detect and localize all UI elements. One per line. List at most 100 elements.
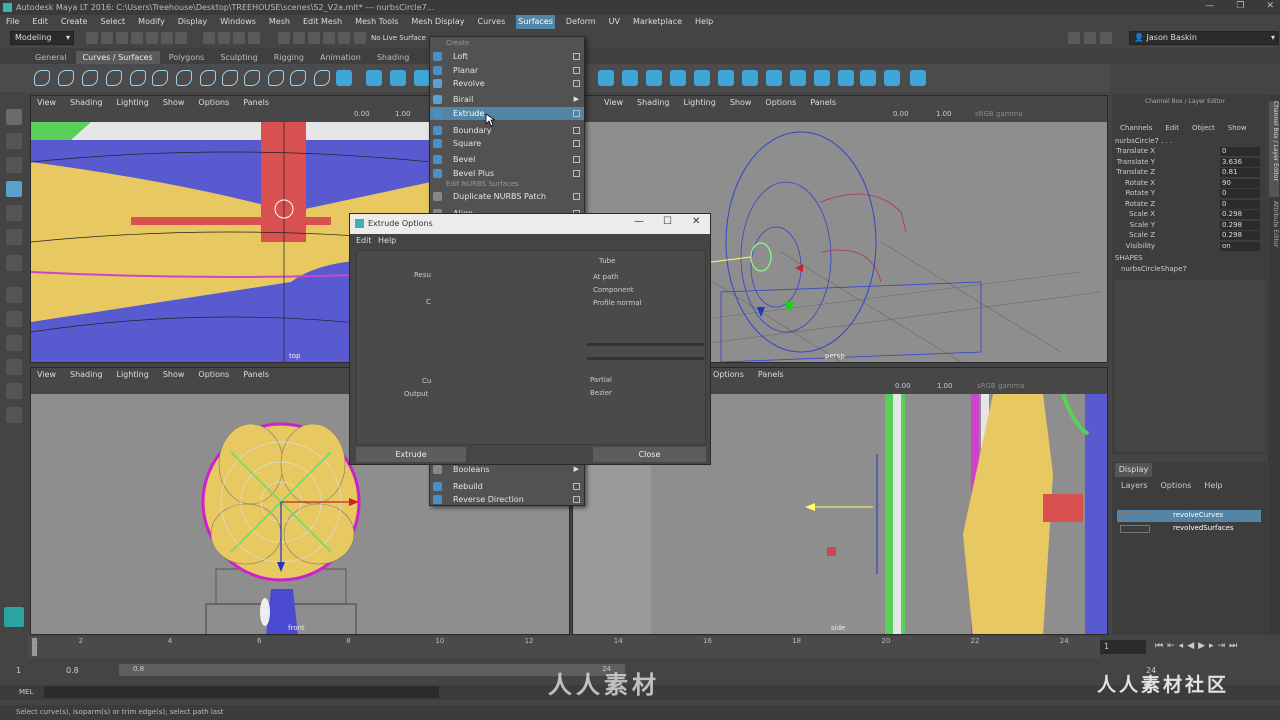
- range-start-field[interactable]: 1: [16, 666, 21, 675]
- menu-item-duplicate-nurbs-patch[interactable]: Duplicate NURBS Patch: [430, 190, 584, 203]
- menu-display[interactable]: Display: [176, 15, 210, 29]
- menu-help[interactable]: Help: [693, 15, 715, 29]
- last-tool-icon[interactable]: [6, 255, 22, 271]
- scale-tool-icon[interactable]: [6, 229, 22, 245]
- shelf-tool-icon[interactable]: [152, 70, 168, 86]
- close-button[interactable]: Close: [593, 447, 706, 462]
- shelf-tab-animation[interactable]: Animation: [313, 51, 368, 64]
- current-frame-field[interactable]: 1: [1100, 640, 1146, 654]
- shelf-tool-icon[interactable]: [290, 70, 306, 86]
- graph-layout-icon[interactable]: [6, 407, 22, 423]
- rotate-tool-icon[interactable]: [6, 205, 22, 221]
- play-forward-icon[interactable]: ▶: [1198, 641, 1205, 651]
- menu-item-bevel[interactable]: Bevel: [430, 153, 584, 166]
- status-tool-icon[interactable]: [293, 32, 305, 44]
- channel-attr-value[interactable]: 0.298: [1220, 210, 1260, 219]
- shelf-tool-icon[interactable]: [670, 70, 686, 86]
- menu-item-square[interactable]: Square: [430, 137, 584, 150]
- menu-edit-mesh[interactable]: Edit Mesh: [301, 15, 344, 29]
- shelf-tool-icon[interactable]: [694, 70, 710, 86]
- channel-attr-value[interactable]: 3.636: [1220, 157, 1260, 167]
- viewport-menu-shading[interactable]: Shading: [637, 98, 670, 107]
- menu-item-rebuild[interactable]: Rebuild: [430, 480, 584, 493]
- shelf-tool-icon[interactable]: [130, 70, 146, 86]
- menu-create[interactable]: Create: [59, 15, 90, 29]
- menu-item-planar[interactable]: Planar: [430, 64, 584, 77]
- dialog-menu-help[interactable]: Help: [378, 236, 396, 245]
- channel-menu-edit[interactable]: Edit: [1165, 124, 1179, 132]
- option-box-icon[interactable]: [573, 140, 580, 147]
- shelf-tool-icon[interactable]: [598, 70, 614, 86]
- channel-attr-row[interactable]: Scale Z 0.298: [1112, 231, 1267, 241]
- exposure-field[interactable]: 0.00: [895, 382, 911, 390]
- close-window-button[interactable]: ✕: [1266, 1, 1274, 11]
- option-box-icon[interactable]: [573, 193, 580, 200]
- shelf-tool-icon[interactable]: [336, 70, 352, 86]
- channel-attr-value[interactable]: on: [1220, 241, 1260, 251]
- viewport-menu-view[interactable]: View: [37, 98, 56, 107]
- status-tool-icon[interactable]: [308, 32, 320, 44]
- status-tool-icon[interactable]: [354, 32, 366, 44]
- dialog-close-button[interactable]: ✕: [692, 216, 700, 227]
- go-to-start-icon[interactable]: ⏮: [1155, 641, 1163, 651]
- pivot-component-radio[interactable]: Component: [593, 286, 634, 294]
- viewport-menu-shading[interactable]: Shading: [70, 370, 103, 379]
- shape-node-name[interactable]: nurbsCircleShape7: [1121, 265, 1187, 273]
- layer-row[interactable]: revolvedSurfaces: [1117, 523, 1261, 535]
- shelf-tab-polygons[interactable]: Polygons: [162, 51, 212, 64]
- layer-visibility-toggle[interactable]: [1120, 525, 1150, 533]
- animation-start-field[interactable]: 0.8: [66, 666, 79, 675]
- viewport-menu-panels[interactable]: Panels: [243, 370, 269, 379]
- status-tool-icon[interactable]: [218, 32, 230, 44]
- dialog-minimize-button[interactable]: —: [634, 216, 644, 227]
- shelf-tool-icon[interactable]: [742, 70, 758, 86]
- shelf-tab-shading[interactable]: Shading: [370, 51, 417, 64]
- option-box-icon[interactable]: [573, 156, 580, 163]
- panel-toggle-icon[interactable]: [1100, 32, 1112, 44]
- shelf-tool-icon[interactable]: [200, 70, 216, 86]
- viewport-menu-options[interactable]: Options: [713, 370, 744, 379]
- shelf-tool-icon[interactable]: [106, 70, 122, 86]
- channel-attr-value[interactable]: 0: [1220, 199, 1260, 209]
- option-box-icon[interactable]: [573, 127, 580, 134]
- shelf-tool-icon[interactable]: [838, 70, 854, 86]
- play-back-icon[interactable]: ◀: [1187, 641, 1194, 651]
- shelf-tool-icon[interactable]: [314, 70, 330, 86]
- panel-toggle-icon[interactable]: [1084, 32, 1096, 44]
- layer-row[interactable]: revolveCurves: [1117, 510, 1261, 522]
- layer-menu-options[interactable]: Options: [1160, 481, 1191, 490]
- shelf-tool-icon[interactable]: [718, 70, 734, 86]
- shelf-tool-icon[interactable]: [884, 70, 900, 86]
- options-slider-track[interactable]: [587, 343, 704, 346]
- channel-attr-value[interactable]: 0: [1220, 147, 1260, 156]
- channel-menu-object[interactable]: Object: [1192, 124, 1215, 132]
- option-box-icon[interactable]: [573, 496, 580, 503]
- option-box-icon[interactable]: [573, 80, 580, 87]
- channel-attr-value[interactable]: 0.298: [1220, 220, 1260, 230]
- gamma-field[interactable]: 1.00: [937, 382, 953, 390]
- exposure-field[interactable]: 0.00: [893, 110, 909, 118]
- shelf-tool-icon[interactable]: [366, 70, 382, 86]
- channel-attr-row[interactable]: Translate X 0: [1112, 147, 1267, 157]
- viewport-menu-options[interactable]: Options: [198, 98, 229, 107]
- gamma-field[interactable]: 1.00: [395, 110, 411, 118]
- shelf-tool-icon[interactable]: [390, 70, 406, 86]
- channel-attr-row[interactable]: Translate Y 3.636: [1112, 157, 1267, 168]
- status-tool-icon[interactable]: [86, 32, 98, 44]
- viewport-menu-show[interactable]: Show: [163, 370, 185, 379]
- menu-windows[interactable]: Windows: [218, 15, 258, 29]
- shelf-tab-curves-surfaces[interactable]: Curves / Surfaces: [75, 51, 160, 64]
- menu-marketplace[interactable]: Marketplace: [631, 15, 684, 29]
- shelf-tool-icon[interactable]: [222, 70, 238, 86]
- shelf-tool-icon[interactable]: [58, 70, 74, 86]
- minimize-button[interactable]: —: [1205, 1, 1214, 11]
- tab-channel-box-layer-editor[interactable]: Channel Box / Layer Editor: [1269, 101, 1279, 197]
- shelf-tool-icon[interactable]: [790, 70, 806, 86]
- dialog-menu-edit[interactable]: Edit: [356, 236, 372, 245]
- viewport-menu-panels[interactable]: Panels: [758, 370, 784, 379]
- step-back-frame-icon[interactable]: ◂: [1179, 641, 1184, 651]
- tab-attribute-editor[interactable]: Attribute Editor: [1269, 201, 1279, 271]
- status-tool-icon[interactable]: [248, 32, 260, 44]
- shelf-tool-icon[interactable]: [646, 70, 662, 86]
- time-slider[interactable]: 124681012141618202224: [28, 636, 1100, 658]
